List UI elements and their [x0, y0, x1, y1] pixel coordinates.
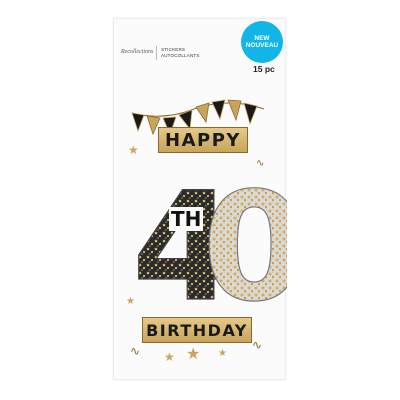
- streamer-icon: ∿: [130, 344, 141, 358]
- streamer-icon: ∿: [252, 338, 263, 352]
- star-icon: ★: [128, 143, 139, 157]
- star-icon: ★: [186, 346, 201, 363]
- streamer-icon: ∿: [256, 158, 265, 169]
- th-label: TH: [169, 207, 204, 231]
- star-icon: ★: [218, 348, 227, 359]
- star-icon: ★: [126, 296, 135, 307]
- happy-banner: HAPPY: [158, 127, 248, 153]
- sticker-package: Recollections STICKERS AUTOCOLLANTS NEW …: [113, 18, 287, 380]
- birthday-banner: BIRTHDAY: [142, 317, 252, 343]
- numeral-zero: 0: [202, 161, 287, 309]
- sticker-sheet: HAPPY 4 0 TH ★ ∿ ★ ★ ★ ★ ∿ ∿ BIRTHDAY: [114, 19, 287, 379]
- star-icon: ★: [164, 350, 175, 364]
- number-40-sticker: 4 0: [131, 160, 287, 309]
